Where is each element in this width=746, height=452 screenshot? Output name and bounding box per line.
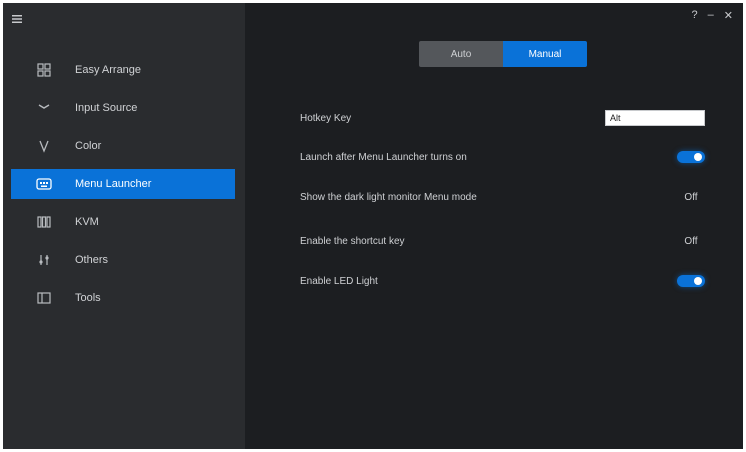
color-icon: [35, 137, 53, 155]
setting-row-dark-light: Show the dark light monitor Menu mode Of…: [300, 186, 705, 208]
sidebar-item-label: Input Source: [75, 102, 138, 114]
setting-row-launch: Launch after Menu Launcher turns on: [300, 146, 705, 168]
main-panel: ? – ✕ Auto Manual Hotkey Key Alt Launch …: [245, 3, 743, 449]
sidebar-item-label: Tools: [75, 292, 101, 304]
toggle-knob: [694, 277, 702, 285]
hotkey-select-value: Alt: [610, 113, 621, 123]
setting-label: Hotkey Key: [300, 112, 352, 124]
sidebar-item-kvm[interactable]: KVM: [11, 207, 235, 237]
sidebar-item-input-source[interactable]: Input Source: [11, 93, 235, 123]
setting-label: Enable the shortcut key: [300, 235, 405, 247]
keyboard-icon: [35, 175, 53, 193]
app-window: Easy Arrange Input Source Color Menu Lau…: [3, 3, 743, 449]
hamburger-menu-icon[interactable]: [11, 12, 23, 24]
sidebar-item-label: Menu Launcher: [75, 178, 152, 190]
sidebar-item-label: Others: [75, 254, 109, 266]
mode-tabs: Auto Manual: [419, 41, 587, 67]
setting-row-hotkey: Hotkey Key Alt: [300, 107, 705, 129]
tab-manual[interactable]: Manual: [503, 41, 587, 67]
hotkey-select[interactable]: Alt: [605, 110, 705, 126]
sidebar-item-menu-launcher[interactable]: Menu Launcher: [11, 169, 235, 199]
setting-row-shortcut: Enable the shortcut key Off: [300, 230, 705, 252]
led-toggle[interactable]: [677, 275, 705, 287]
sidebar-item-tools[interactable]: Tools: [11, 283, 235, 313]
setting-label: Launch after Menu Launcher turns on: [300, 151, 467, 163]
sidebar-item-label: Easy Arrange: [75, 64, 142, 76]
window-controls: ? – ✕: [692, 9, 733, 22]
tools-icon: [35, 289, 53, 307]
help-button[interactable]: ?: [692, 9, 698, 22]
sidebar-item-label: KVM: [75, 216, 99, 228]
sidebar-item-others[interactable]: Others: [11, 245, 235, 275]
sidebar-item-color[interactable]: Color: [11, 131, 235, 161]
dark-light-toggle[interactable]: Off: [677, 192, 705, 203]
minimize-button[interactable]: –: [708, 9, 714, 22]
close-button[interactable]: ✕: [724, 9, 733, 22]
tab-auto[interactable]: Auto: [419, 41, 503, 67]
setting-label: Enable LED Light: [300, 275, 378, 287]
input-icon: [35, 99, 53, 117]
kvm-icon: [35, 213, 53, 231]
toggle-knob: [694, 153, 702, 161]
grid-icon: [35, 61, 53, 79]
sliders-icon: [35, 251, 53, 269]
sidebar: Easy Arrange Input Source Color Menu Lau…: [3, 3, 245, 449]
sidebar-item-easy-arrange[interactable]: Easy Arrange: [11, 55, 235, 85]
sidebar-item-label: Color: [75, 140, 102, 152]
shortcut-toggle[interactable]: Off: [677, 236, 705, 247]
setting-row-led: Enable LED Light: [300, 270, 705, 292]
launch-toggle[interactable]: [677, 151, 705, 163]
setting-label: Show the dark light monitor Menu mode: [300, 191, 477, 203]
